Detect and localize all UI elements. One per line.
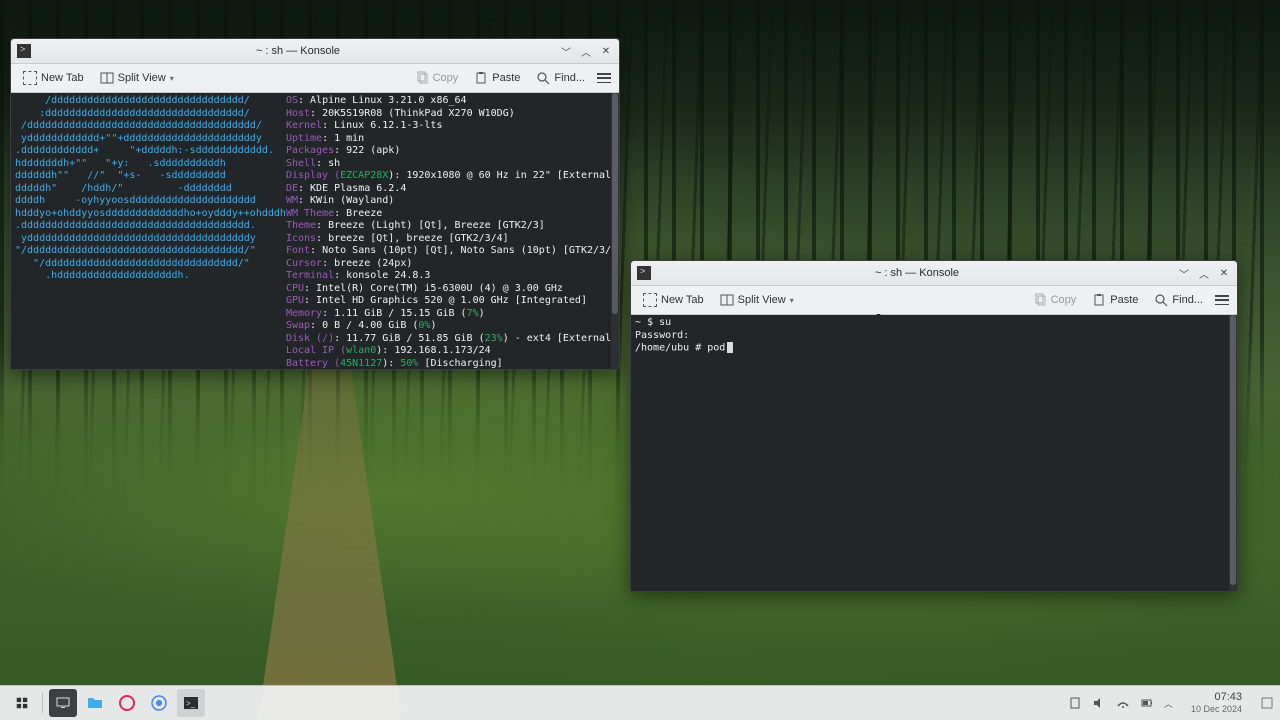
terminal-output[interactable]: /dddddddddddddddddddddddddddddddd/ OS: A…: [11, 93, 619, 369]
chevron-down-icon: ▾: [170, 74, 174, 83]
scrollbar[interactable]: [1229, 315, 1237, 591]
clock-time: 07:43: [1191, 691, 1242, 703]
titlebar[interactable]: ~ : sh — Konsole ﹀ ︿ ✕: [631, 261, 1237, 286]
clock[interactable]: 07:43 10 Dec 2024: [1191, 691, 1242, 715]
split-view-icon: [720, 293, 734, 307]
terminal-output[interactable]: ~ $ suPassword:/home/ubu # pod: [631, 315, 1237, 591]
paste-icon: [474, 71, 488, 85]
copy-icon: [1033, 293, 1047, 307]
new-tab-button[interactable]: New Tab: [637, 290, 710, 310]
clipboard-tray-icon[interactable]: [1068, 696, 1082, 710]
paste-icon: [1092, 293, 1106, 307]
desktop: ~ : sh — Konsole ﹀ ︿ ✕ New Tab Split Vie…: [0, 0, 1280, 720]
maximize-button[interactable]: ︿: [579, 44, 593, 58]
split-view-icon: [100, 71, 114, 85]
system-tray: ︿ 07:43 10 Dec 2024: [1068, 691, 1274, 715]
opera-icon: [118, 694, 136, 712]
split-view-button[interactable]: Split View ▾: [94, 68, 180, 88]
minimize-button[interactable]: ﹀: [559, 44, 573, 58]
find-button[interactable]: Find...: [1148, 290, 1209, 310]
clock-date: 10 Dec 2024: [1191, 703, 1242, 715]
network-tray-icon[interactable]: [1116, 696, 1130, 710]
paste-label: Paste: [492, 72, 520, 84]
new-tab-icon: [643, 293, 657, 307]
window-title: ~ : sh — Konsole: [37, 45, 559, 57]
taskbar[interactable]: >_ ︿ 07:43 10 Dec 2024: [0, 685, 1280, 720]
minimize-button[interactable]: ﹀: [1177, 266, 1191, 280]
scrollbar-thumb[interactable]: [612, 93, 618, 314]
svg-text:>_: >_: [186, 699, 196, 708]
hamburger-menu-button[interactable]: [1213, 293, 1231, 307]
paste-label: Paste: [1110, 294, 1138, 306]
chevron-down-icon: ▾: [790, 296, 794, 305]
scrollbar[interactable]: [611, 93, 619, 369]
volume-tray-icon[interactable]: [1092, 696, 1106, 710]
konsole-window-su[interactable]: ~ : sh — Konsole ﹀ ︿ ✕ New Tab Split Vie…: [630, 260, 1238, 592]
taskbar-system-settings[interactable]: [49, 689, 77, 717]
konsole-icon: >_: [182, 694, 200, 712]
search-icon: [1154, 293, 1168, 307]
hamburger-menu-button[interactable]: [595, 71, 613, 85]
kde-logo-icon: [15, 696, 29, 710]
scrollbar-thumb[interactable]: [1230, 315, 1236, 585]
copy-label: Copy: [1051, 294, 1077, 306]
split-view-label: Split View: [738, 294, 786, 306]
find-label: Find...: [1172, 294, 1203, 306]
show-desktop-icon[interactable]: [1260, 696, 1274, 710]
find-button[interactable]: Find...: [530, 68, 591, 88]
titlebar[interactable]: ~ : sh — Konsole ﹀ ︿ ✕: [11, 39, 619, 64]
maximize-button[interactable]: ︿: [1197, 266, 1211, 280]
find-label: Find...: [554, 72, 585, 84]
app-launcher-button[interactable]: [8, 689, 36, 717]
new-tab-label: New Tab: [661, 294, 704, 306]
new-tab-icon: [23, 71, 37, 85]
window-title: ~ : sh — Konsole: [657, 267, 1177, 279]
konsole-icon: [17, 44, 31, 58]
copy-icon: [415, 71, 429, 85]
battery-tray-icon[interactable]: [1140, 696, 1154, 710]
copy-button[interactable]: Copy: [1027, 290, 1083, 310]
paste-button[interactable]: Paste: [1086, 290, 1144, 310]
folder-icon: [86, 694, 104, 712]
split-view-button[interactable]: Split View ▾: [714, 290, 800, 310]
tray-expand-icon[interactable]: ︿: [1164, 697, 1173, 710]
close-button[interactable]: ✕: [1217, 266, 1231, 280]
copy-label: Copy: [433, 72, 459, 84]
taskbar-chrome[interactable]: [145, 689, 173, 717]
separator: [42, 693, 43, 713]
chrome-icon: [150, 694, 168, 712]
monitor-icon: [55, 695, 71, 711]
taskbar-opera[interactable]: [113, 689, 141, 717]
taskbar-dolphin[interactable]: [81, 689, 109, 717]
new-tab-label: New Tab: [41, 72, 84, 84]
new-tab-button[interactable]: New Tab: [17, 68, 90, 88]
paste-button[interactable]: Paste: [468, 68, 526, 88]
split-view-label: Split View: [118, 72, 166, 84]
close-button[interactable]: ✕: [599, 44, 613, 58]
toolbar: New Tab Split View ▾ Copy Paste Find...: [631, 286, 1237, 315]
copy-button[interactable]: Copy: [409, 68, 465, 88]
taskbar-konsole[interactable]: >_: [177, 689, 205, 717]
konsole-icon: [637, 266, 651, 280]
konsole-window-fastfetch[interactable]: ~ : sh — Konsole ﹀ ︿ ✕ New Tab Split Vie…: [10, 38, 620, 370]
toolbar: New Tab Split View ▾ Copy Paste Find...: [11, 64, 619, 93]
search-icon: [536, 71, 550, 85]
